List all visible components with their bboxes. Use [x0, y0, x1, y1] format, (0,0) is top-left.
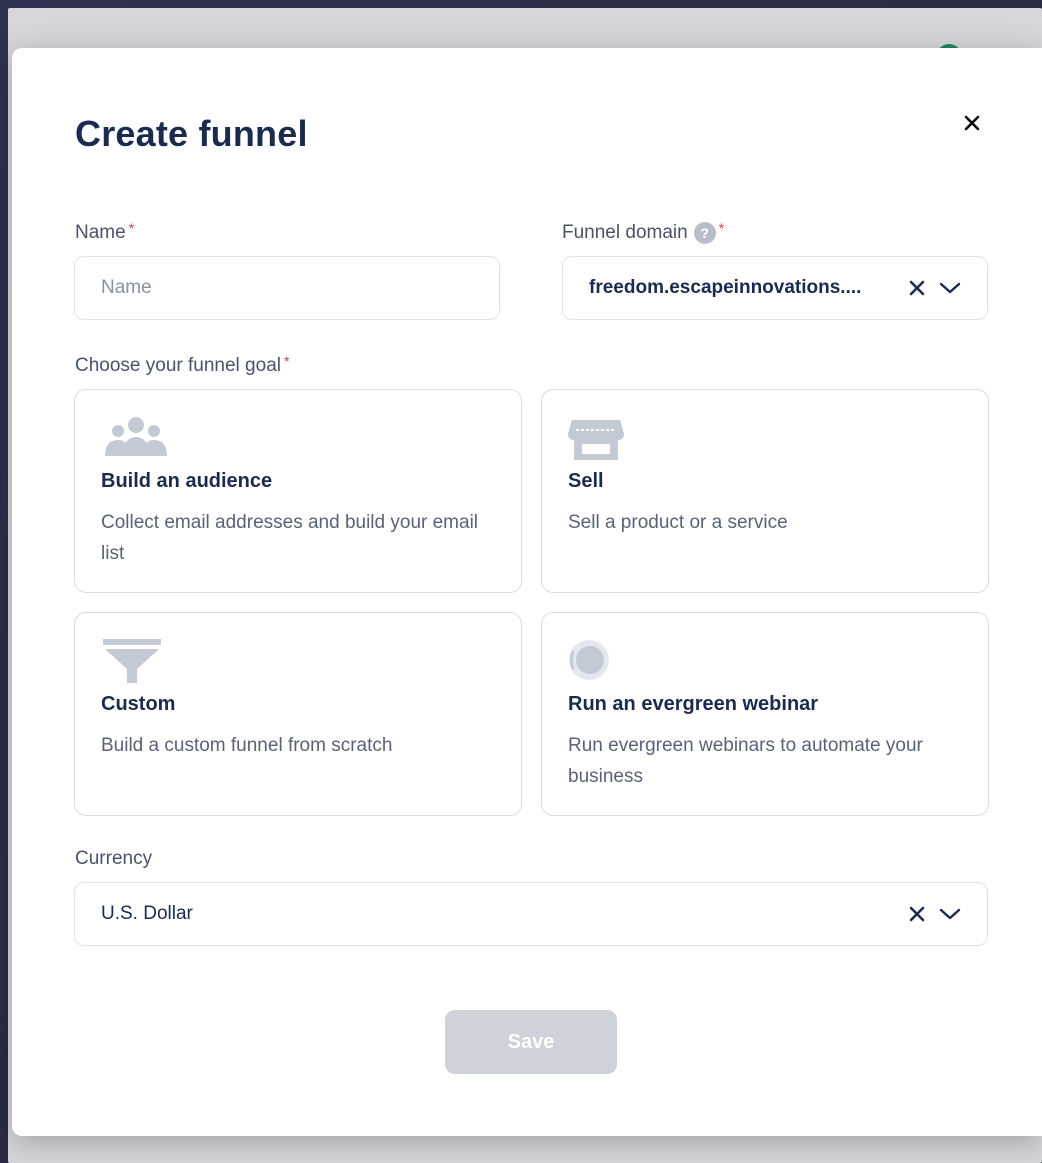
name-label: Name *: [75, 220, 135, 244]
currency-value: U.S. Dollar: [101, 903, 193, 924]
funnel-icon: [103, 639, 161, 683]
goal-title: Run an evergreen webinar: [568, 693, 819, 715]
audience-icon: [105, 417, 167, 456]
currency-label: Currency: [75, 848, 152, 870]
goal-card-build-audience[interactable]: Build an audience Collect email addresse…: [74, 389, 522, 593]
required-mark: *: [718, 220, 725, 236]
goal-card-custom[interactable]: Custom Build a custom funnel from scratc…: [74, 612, 522, 816]
chevron-down-icon[interactable]: [939, 281, 961, 295]
funnel-domain-label-text: Funnel domain: [562, 222, 688, 243]
required-mark: *: [283, 353, 290, 369]
save-button[interactable]: Save: [445, 1010, 617, 1074]
name-placeholder: Name: [101, 277, 152, 298]
name-label-text: Name: [75, 222, 126, 243]
funnel-goal-label-text: Choose your funnel goal: [75, 355, 281, 376]
goal-title: Custom: [101, 693, 176, 715]
store-icon: [568, 420, 624, 460]
funnel-goal-label: Choose your funnel goal *: [75, 353, 290, 377]
goal-description: Sell a product or a service: [568, 512, 788, 533]
name-input[interactable]: Name: [74, 256, 500, 320]
funnel-domain-select[interactable]: freedom.escapeinnovations....: [562, 256, 988, 320]
required-mark: *: [128, 220, 135, 236]
clear-icon[interactable]: [909, 906, 925, 922]
funnel-domain-label: Funnel domain ? *: [562, 220, 725, 244]
funnel-domain-value: freedom.escapeinnovations....: [589, 277, 862, 298]
goal-title: Sell: [568, 470, 604, 492]
goal-description: Run evergreen webinars to automate your …: [568, 735, 923, 787]
modal-title: Create funnel: [75, 113, 308, 154]
clear-icon[interactable]: [909, 280, 925, 296]
currency-select[interactable]: U.S. Dollar: [74, 882, 988, 946]
currency-label-text: Currency: [75, 848, 153, 869]
goal-card-sell[interactable]: Sell Sell a product or a service: [541, 389, 989, 593]
close-button[interactable]: [957, 108, 987, 138]
goal-title: Build an audience: [101, 470, 273, 492]
chevron-down-icon[interactable]: [939, 907, 961, 921]
help-icon[interactable]: ?: [693, 222, 716, 244]
goal-card-webinar[interactable]: Run an evergreen webinar Run evergreen w…: [541, 612, 989, 816]
goal-description: Build a custom funnel from scratch: [101, 735, 393, 756]
close-icon: [964, 115, 980, 131]
goal-description: Collect email addresses and build your e…: [101, 512, 479, 564]
create-funnel-modal: Create funnel Name * Name Funnel domain …: [12, 48, 1042, 1136]
webinar-icon: [569, 640, 609, 680]
